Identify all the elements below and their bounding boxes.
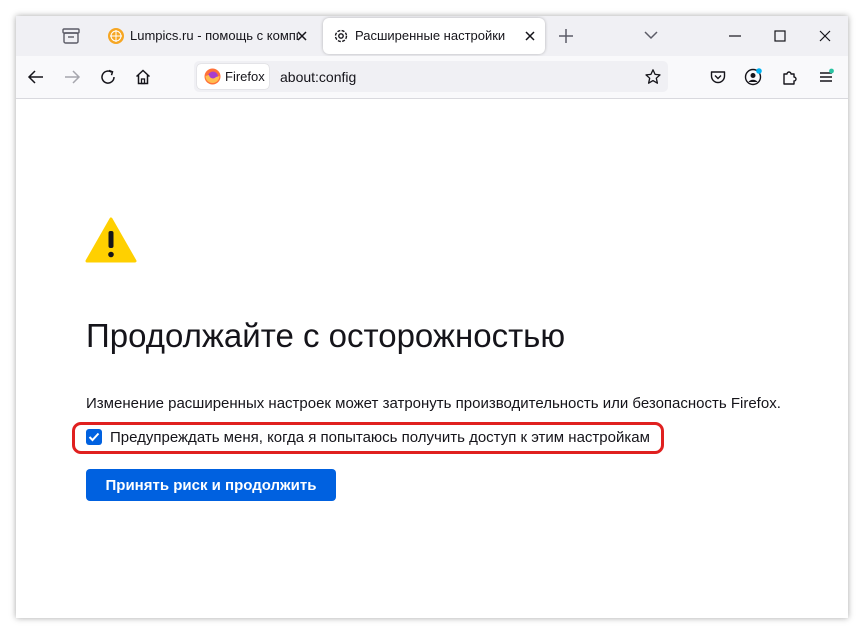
firefox-view-button[interactable]	[60, 26, 82, 46]
bookmark-star-icon[interactable]	[644, 68, 662, 86]
pocket-icon[interactable]	[709, 68, 727, 86]
back-button[interactable]	[27, 68, 45, 86]
close-tab-icon[interactable]	[295, 29, 309, 43]
browser-window: Lumpics.ru - помощь с компьютером Расшир…	[16, 16, 848, 618]
home-icon	[135, 69, 151, 85]
close-window-button[interactable]	[817, 28, 833, 44]
warning-icon	[85, 216, 137, 264]
home-button[interactable]	[134, 68, 152, 86]
new-tab-button[interactable]	[556, 26, 576, 46]
maximize-button[interactable]	[772, 28, 788, 44]
tab-lumpics[interactable]: Lumpics.ru - помощь с компьютером	[98, 18, 316, 54]
list-all-tabs-button[interactable]	[643, 27, 659, 43]
tab-title: Расширенные настройки	[355, 28, 506, 43]
minimize-button[interactable]	[727, 28, 743, 44]
identity-label: Firefox	[225, 69, 265, 84]
chevron-down-icon	[644, 31, 658, 40]
forward-arrow-icon	[65, 70, 81, 84]
maximize-icon	[774, 30, 786, 42]
reload-icon	[101, 69, 115, 84]
plus-icon	[559, 29, 573, 43]
page-title: Продолжайте с осторожностью	[86, 317, 566, 354]
reload-button[interactable]	[99, 68, 117, 86]
close-tab-icon[interactable]	[523, 29, 537, 43]
accept-risk-button[interactable]: Принять риск и продолжить	[86, 469, 336, 501]
minimize-icon	[729, 35, 741, 37]
warning-checkbox[interactable]	[86, 429, 102, 445]
back-arrow-icon	[27, 70, 43, 84]
orange-favicon	[108, 28, 124, 44]
url-bar[interactable]: Firefox about:config	[194, 61, 668, 92]
close-icon	[819, 30, 831, 42]
tab-advanced-settings[interactable]: Расширенные настройки	[323, 18, 545, 54]
firefox-logo-icon	[204, 68, 221, 85]
checkbox-label: Предупреждать меня, когда я попытаюсь по…	[110, 429, 650, 446]
identity-box[interactable]: Firefox	[197, 64, 269, 89]
tab-title: Lumpics.ru - помощь с компьютером	[130, 28, 298, 43]
warning-description: Изменение расширенных настроек может зат…	[86, 395, 781, 412]
checkmark-icon	[88, 432, 100, 442]
firefox-view-icon	[62, 28, 80, 44]
menu-hamburger-icon[interactable]	[817, 68, 835, 86]
gear-icon	[333, 28, 349, 44]
forward-button[interactable]	[63, 68, 81, 86]
extensions-puzzle-icon[interactable]	[781, 68, 799, 86]
tab-strip: Lumpics.ru - помощь с компьютером Расшир…	[16, 16, 848, 56]
account-icon[interactable]	[744, 68, 762, 86]
url-text[interactable]: about:config	[280, 69, 356, 85]
navigation-toolbar: Firefox about:config	[16, 56, 848, 99]
